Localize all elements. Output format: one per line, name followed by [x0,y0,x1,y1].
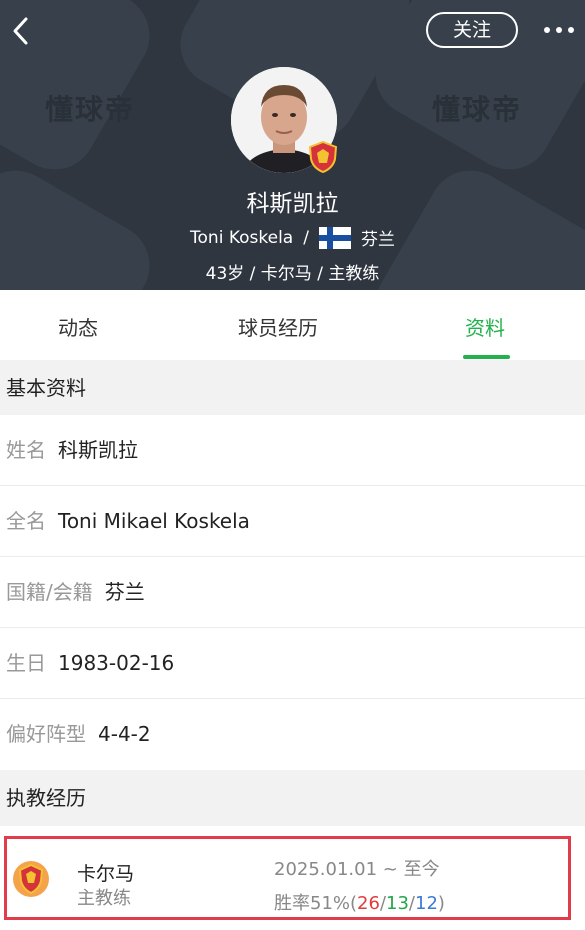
info-label: 偏好阵型 [6,722,86,746]
tab-profile[interactable]: 资料 [465,312,505,341]
section-basic-info: 基本资料 [0,360,585,416]
tab-career[interactable]: 球员经历 [238,312,318,341]
info-value: 芬兰 [104,580,145,604]
more-dots-icon[interactable] [542,22,576,38]
info-value: 科斯凯拉 [58,438,138,462]
watermark-right: 懂球帝 [432,94,523,125]
player-info: 43岁 / 卡尔马 / 主教练 [205,264,380,284]
info-value: 1983-02-16 [58,651,175,675]
player-subtitle: Toni Koskela / 芬兰 [0,225,585,250]
info-value: 4-4-2 [98,722,151,746]
follow-button[interactable]: 关注 [426,12,518,48]
info-row-birthday: 生日 1983-02-16 [0,628,585,699]
coaching-history-item[interactable]: 卡尔马 主教练 2025.01.01 ~ 至今 胜率51%(26/13/12) [4,836,571,920]
losses-count: 12 [415,893,438,914]
nationality: 芬兰 [360,230,395,250]
info-label: 国籍/会籍 [6,580,93,604]
english-name: Toni Koskela [190,227,294,248]
win-rate: 胜率51%(26/13/12) [274,889,445,915]
info-row-nationality: 国籍/会籍 芬兰 [0,557,585,628]
info-label: 姓名 [6,438,46,462]
coach-role: 主教练 [77,888,131,909]
player-header: 懂球帝 懂球帝 关注 科斯凯拉 Toni Koskela / 芬兰 43岁 / … [0,0,585,290]
info-label: 生日 [6,651,46,675]
draws-count: 13 [386,893,409,914]
club-logo-icon [13,861,49,897]
info-value: Toni Mikael Koskela [58,509,250,533]
watermark-left: 懂球帝 [45,94,136,125]
wins-count: 26 [357,893,380,914]
close-paren: ) [437,893,445,914]
chevron-left-icon[interactable] [6,14,36,48]
section-coaching-history: 执教经历 [0,770,585,826]
club-badge-icon [308,141,338,173]
active-tab-indicator [463,355,510,359]
tab-bar: 动态 球员经历 资料 [0,290,585,360]
club-name: 卡尔马 [77,863,135,885]
tab-news[interactable]: 动态 [58,312,98,341]
info-row-fullname: 全名 Toni Mikael Koskela [0,486,585,557]
win-rate-prefix: 胜率51%( [274,893,358,914]
info-row-name: 姓名 科斯凯拉 [0,415,585,486]
info-label: 全名 [6,509,46,533]
finland-flag-icon [318,226,351,249]
info-row-formation: 偏好阵型 4-4-2 [0,699,585,770]
player-name: 科斯凯拉 [246,191,339,217]
separator: / [303,227,309,248]
coaching-period: 2025.01.01 ~ 至今 [274,859,440,880]
